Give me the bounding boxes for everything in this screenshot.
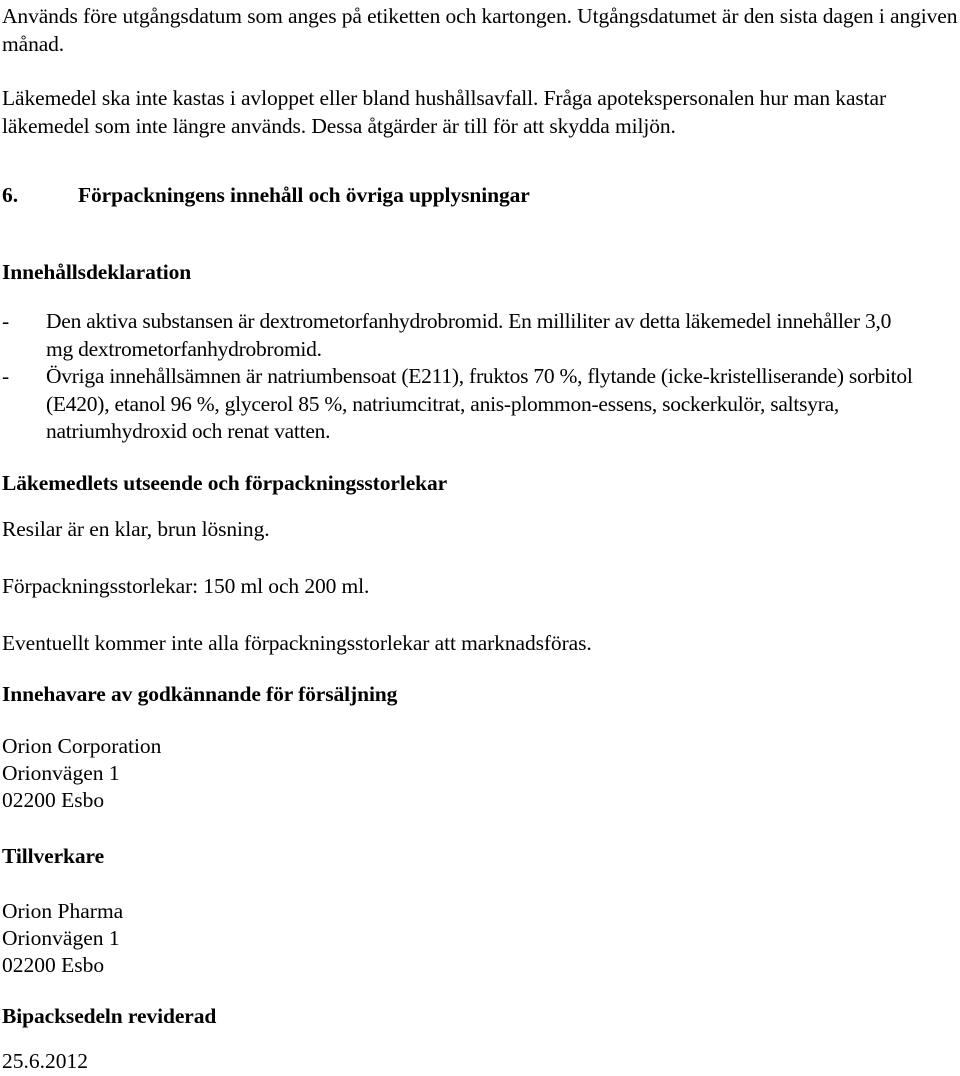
manufacturer-street: Orionvägen 1 [2,926,120,950]
section-title: Förpackningens innehåll och övriga upply… [78,183,530,207]
contents-declaration-heading: Innehållsdeklaration [2,260,192,284]
section-number: 6. [2,183,19,207]
waste-disposal-paragraph: Läkemedel ska inte kastas i avloppet ell… [2,86,892,138]
revision-heading: Bipacksedeln reviderad [2,1004,217,1028]
manufacturer-heading: Tillverkare [2,844,105,868]
bullet-dash-icon: - [2,309,10,333]
mah-heading: Innehavare av godkännande för försäljnin… [2,682,398,706]
manufacturer-city: 02200 Esbo [2,953,105,977]
active-substance-text: Den aktiva substansen är dextrometorfanh… [46,309,897,361]
expiry-paragraph: Används före utgångsdatum som anges på e… [2,4,958,56]
pack-sizes-text: Förpackningsstorlekar: 150 ml och 200 ml… [2,574,370,598]
marketing-note-text: Eventuellt kommer inte alla förpacknings… [2,631,592,655]
appearance-description: Resilar är en klar, brun lösning. [2,517,270,541]
excipients-text: Övriga innehållsämnen är natriumbensoat … [46,364,918,443]
list-item: - Övriga innehållsämnen är natriumbensoa… [2,363,960,446]
mah-city: 02200 Esbo [2,788,105,812]
list-item: - Den aktiva substansen är dextrometorfa… [2,308,960,363]
section-6-heading: 6. Förpackningens innehåll och övriga up… [2,182,530,210]
mah-name: Orion Corporation [2,734,162,758]
bullet-dash-icon: - [2,364,10,388]
appearance-heading: Läkemedlets utseende och förpackningssto… [2,471,448,495]
mah-street: Orionvägen 1 [2,761,120,785]
revision-date: 25.6.2012 [2,1049,88,1073]
leaflet-page: Används före utgångsdatum som anges på e… [0,0,960,1074]
manufacturer-name: Orion Pharma [2,899,124,923]
